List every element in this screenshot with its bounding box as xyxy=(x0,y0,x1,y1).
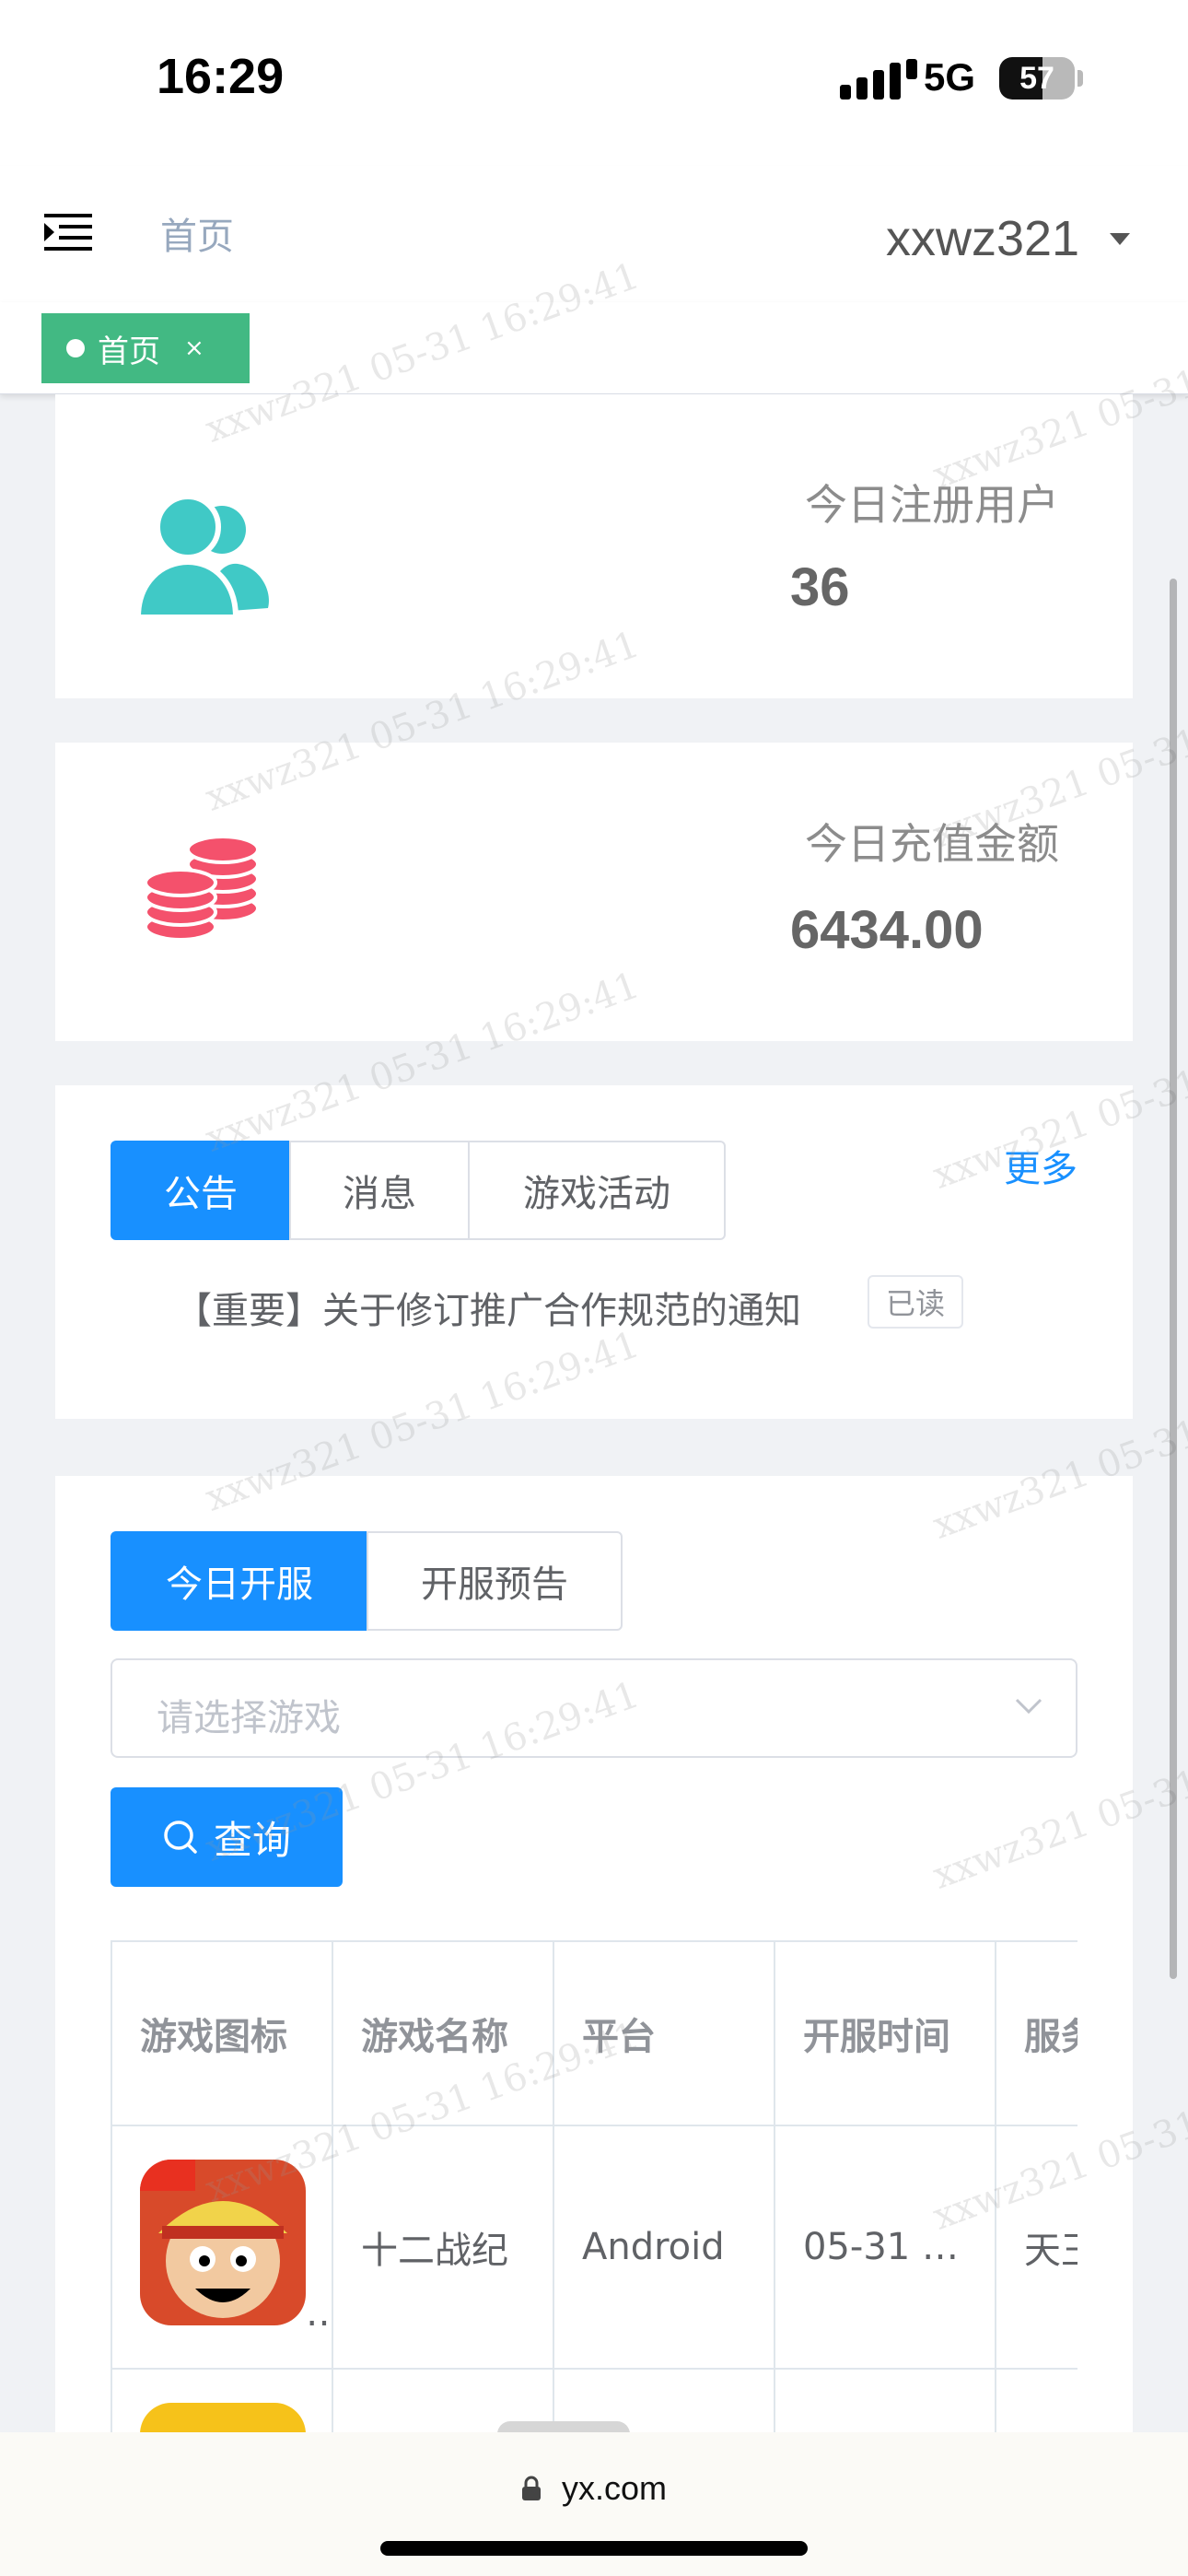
server-table[interactable]: 游戏图标 游戏名称 平台 开服时间 服务信息 xyxy=(111,1940,1077,2434)
recharge-stat-card[interactable]: 今日充值金额 6434.00 xyxy=(55,743,1133,1041)
select-placeholder: 请选择游戏 xyxy=(157,1697,341,1739)
table-header-row: 游戏图标 游戏名称 平台 开服时间 服务信息 xyxy=(111,1940,1077,2126)
server-tabs: 今日开服 开服预告 xyxy=(111,1531,623,1631)
open-time xyxy=(774,2368,996,2434)
notice-tabs: 公告 消息 游戏活动 xyxy=(111,1141,726,1240)
open-time: 05-31 … xyxy=(774,2125,996,2370)
battery-level: 57 xyxy=(1019,60,1054,96)
col-header-time: 开服时间 xyxy=(774,1940,996,2126)
game-icon xyxy=(140,2160,306,2325)
breadcrumb-home[interactable]: 首页 xyxy=(160,206,234,260)
register-stat-card[interactable]: 今日注册用户 36 xyxy=(55,394,1133,698)
scrollbar[interactable] xyxy=(1170,579,1177,1979)
lock-icon xyxy=(521,2476,541,2500)
chevron-down-icon xyxy=(1015,1698,1042,1715)
tag-home[interactable]: 首页 × xyxy=(41,313,250,383)
server-info: 天王 xyxy=(995,2125,1077,2370)
home-indicator[interactable] xyxy=(380,2541,808,2556)
game-icon xyxy=(140,2403,306,2434)
signal-icon xyxy=(840,59,917,100)
tab-announcement[interactable]: 公告 xyxy=(111,1141,291,1240)
status-time: 16:29 xyxy=(157,49,285,104)
menu-toggle-icon[interactable] xyxy=(44,212,92,252)
game-select[interactable]: 请选择游戏 xyxy=(111,1658,1077,1758)
network-type: 5G xyxy=(924,55,976,99)
url-bar[interactable]: yx.com xyxy=(0,2469,1188,2508)
tag-label: 首页 xyxy=(98,333,160,370)
battery-icon: 57 xyxy=(999,57,1075,100)
tab-game-events[interactable]: 游戏活动 xyxy=(468,1141,726,1240)
notice-item[interactable]: 【重要】关于修订推广合作规范的通知 xyxy=(175,1281,801,1334)
user-menu[interactable]: xxwz321 xyxy=(886,210,1079,267)
game-icon-cell xyxy=(111,2125,333,2370)
col-header-icon: 游戏图标 xyxy=(111,1940,333,2126)
stat-value: 36 xyxy=(790,557,850,617)
game-platform: Android xyxy=(553,2125,775,2370)
query-label: 查询 xyxy=(213,1817,291,1863)
game-icon-cell xyxy=(111,2368,333,2434)
tab-server-preview[interactable]: 开服预告 xyxy=(367,1531,623,1631)
more-link[interactable]: 更多 xyxy=(1004,1139,1077,1192)
server-info xyxy=(995,2368,1077,2434)
query-button[interactable]: 查询 xyxy=(111,1787,343,1887)
caret-down-icon[interactable] xyxy=(1110,233,1130,245)
col-header-info: 服务信息 xyxy=(995,1940,1077,2126)
notice-panel: 公告 消息 游戏活动 更多 【重要】关于修订推广合作规范的通知 已读 xyxy=(55,1085,1133,1419)
stat-value: 6434.00 xyxy=(790,900,984,960)
col-header-platform: 平台 xyxy=(553,1940,775,2126)
dot-icon xyxy=(66,339,85,357)
battery-cap xyxy=(1077,70,1083,87)
url-text: yx.com xyxy=(562,2469,668,2507)
server-panel: 今日开服 开服预告 请选择游戏 查询 游戏图标 游戏名称 平台 开服时间 服 十… xyxy=(55,1476,1133,2434)
game-name: 十二战纪 xyxy=(332,2125,554,2370)
stat-label: 今日注册用户 xyxy=(805,480,1059,530)
read-status-badge: 已读 xyxy=(868,1275,964,1329)
col-header-name: 游戏名称 xyxy=(332,1940,554,2126)
tab-today-servers[interactable]: 今日开服 xyxy=(111,1531,368,1631)
people-icon xyxy=(134,494,269,617)
table-row[interactable]: 十二战纪 Android 05-31 … 天王 xyxy=(111,2125,1077,2370)
close-icon[interactable]: × xyxy=(184,334,204,362)
coins-icon xyxy=(144,835,260,942)
stat-label: 今日充值金额 xyxy=(805,819,1059,869)
tab-messages[interactable]: 消息 xyxy=(289,1141,470,1240)
search-icon xyxy=(164,1821,197,1854)
